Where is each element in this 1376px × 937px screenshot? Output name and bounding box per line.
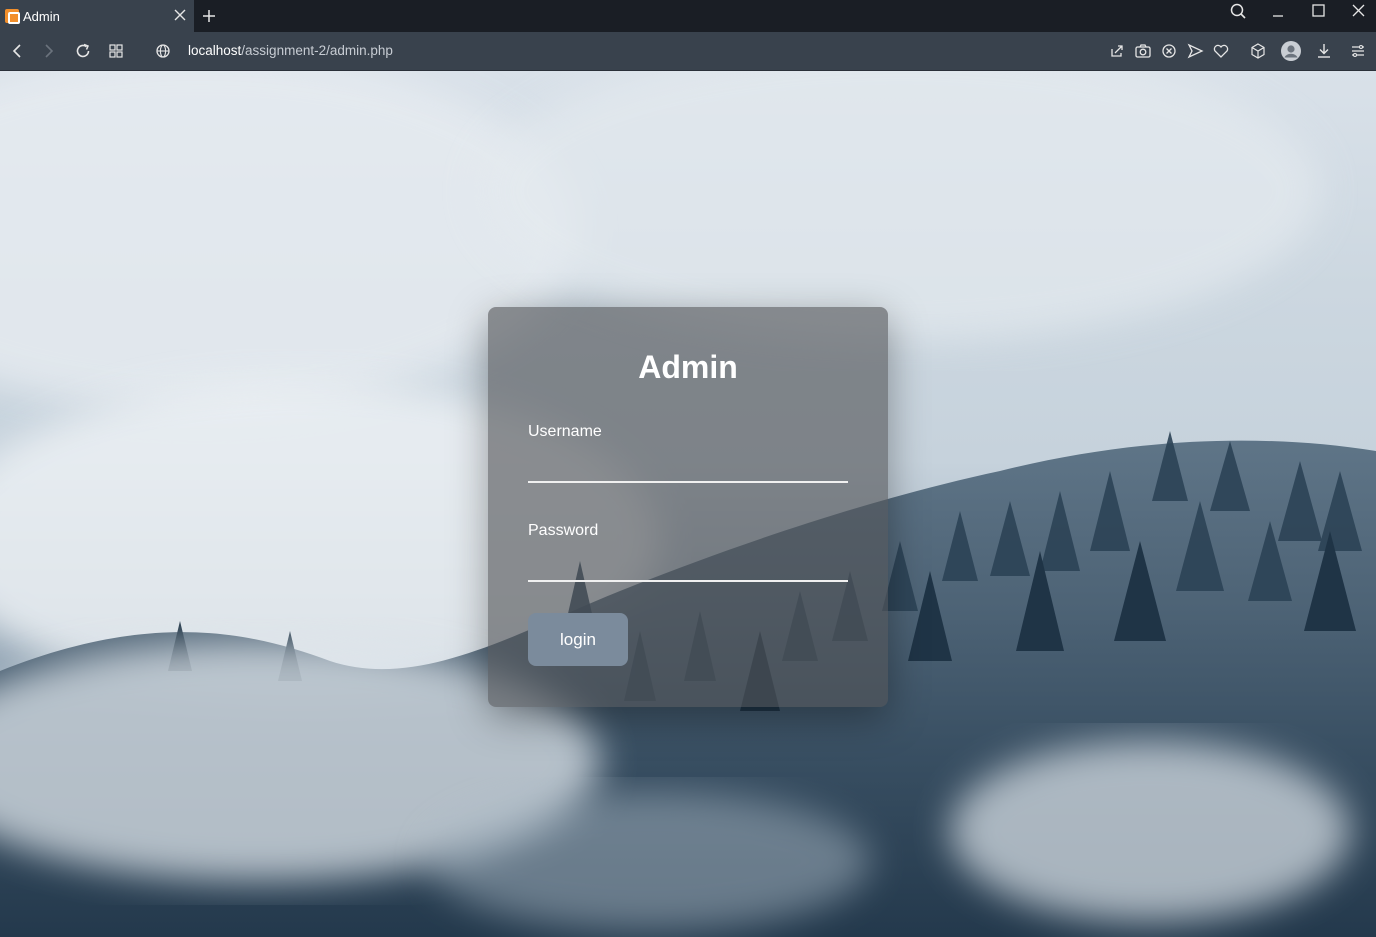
username-label: Username	[528, 423, 602, 440]
tab-bar: Admin	[0, 0, 1376, 32]
browser-toolbar: localhost/assignment-2/admin.php	[0, 32, 1376, 71]
send-arrow-icon[interactable]	[1184, 40, 1206, 62]
password-input[interactable]	[528, 552, 848, 582]
heart-icon[interactable]	[1210, 40, 1232, 62]
login-heading: Admin	[638, 349, 738, 385]
password-label: Password	[528, 522, 599, 539]
login-button[interactable]: login	[528, 613, 628, 666]
tab-title: Admin	[23, 9, 60, 24]
browser-tab-admin[interactable]: Admin	[0, 0, 194, 32]
minimize-icon[interactable]	[1258, 0, 1298, 32]
share-icon[interactable]	[1106, 40, 1128, 62]
snapshot-camera-icon[interactable]	[1132, 40, 1154, 62]
ad-blocker-icon[interactable]	[1158, 40, 1180, 62]
close-window-icon[interactable]	[1338, 0, 1376, 32]
easy-setup-menu-icon[interactable]	[1347, 40, 1369, 62]
username-input[interactable]	[528, 453, 848, 483]
xampp-favicon-icon	[5, 9, 20, 24]
address-bar[interactable]: localhost/assignment-2/admin.php	[188, 43, 393, 58]
url-host: localhost	[188, 43, 242, 58]
page-viewport: Admin Username Password login	[0, 71, 1376, 937]
forward-icon[interactable]	[38, 40, 60, 62]
extensions-cube-icon[interactable]	[1247, 40, 1269, 62]
download-icon[interactable]	[1313, 40, 1335, 62]
search-tabs-icon[interactable]	[1218, 0, 1258, 32]
profile-avatar-icon[interactable]	[1280, 40, 1302, 62]
back-icon[interactable]	[6, 40, 28, 62]
site-info-globe-icon[interactable]	[152, 40, 174, 62]
url-path: /assignment-2/admin.php	[241, 43, 393, 58]
login-card: Admin Username Password login	[488, 307, 888, 707]
reload-icon[interactable]	[72, 40, 94, 62]
maximize-icon[interactable]	[1298, 0, 1338, 32]
close-tab-icon[interactable]	[170, 5, 190, 25]
new-tab-icon[interactable]	[198, 5, 220, 27]
speed-dial-icon[interactable]	[105, 40, 127, 62]
